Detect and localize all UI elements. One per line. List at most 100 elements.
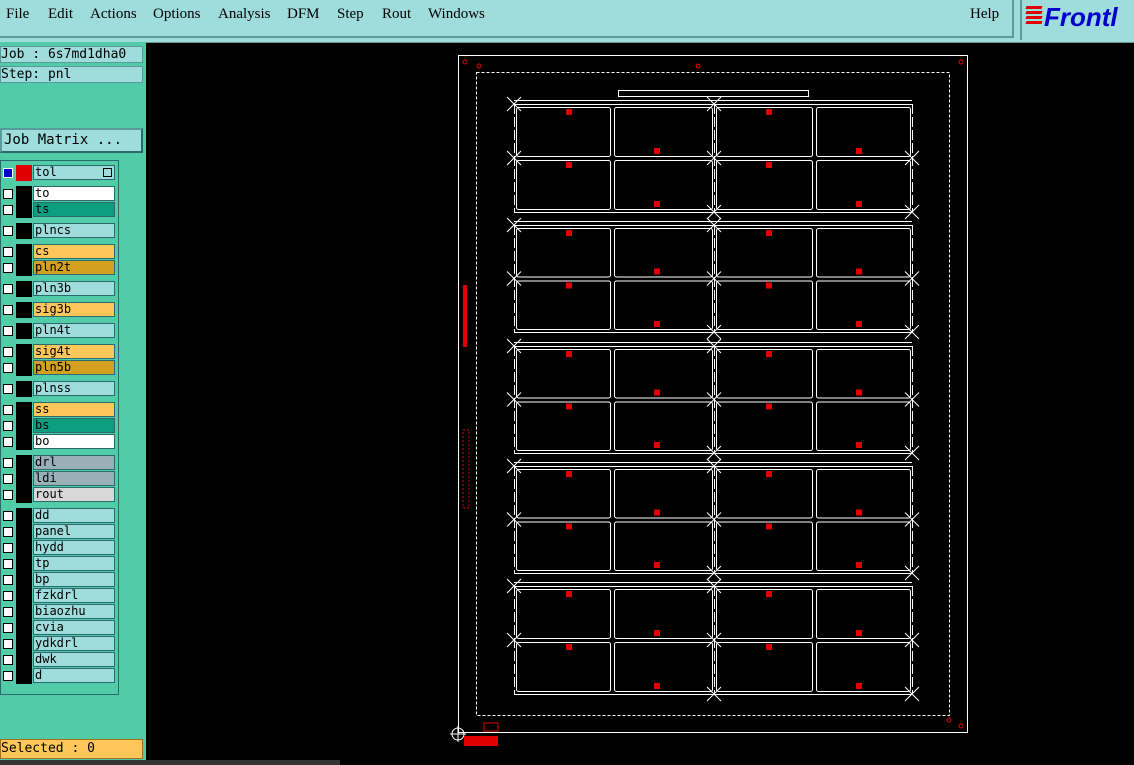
layer-display-slot[interactable]: [16, 620, 32, 636]
layer-row-cvia[interactable]: cvia: [1, 620, 117, 636]
layer-name[interactable]: bo: [33, 434, 115, 449]
layer-affected-checkbox[interactable]: [3, 543, 13, 553]
layer-display-slot[interactable]: [16, 381, 32, 397]
layer-name[interactable]: cs: [33, 244, 115, 259]
layer-name[interactable]: ss: [33, 402, 115, 417]
layer-row-pln3b[interactable]: pln3b: [1, 281, 117, 297]
menu-windows[interactable]: Windows: [428, 6, 485, 23]
layer-name[interactable]: pln4t: [33, 323, 115, 338]
menu-options[interactable]: Options: [153, 6, 201, 23]
layer-row-plncs[interactable]: plncs: [1, 223, 117, 239]
layer-name[interactable]: d: [33, 668, 115, 683]
layer-affected-checkbox[interactable]: [3, 189, 13, 199]
layer-affected-checkbox[interactable]: [3, 671, 13, 681]
layer-name[interactable]: hydd: [33, 540, 115, 555]
layer-row-plnss[interactable]: plnss: [1, 381, 117, 397]
layer-name[interactable]: to: [33, 186, 115, 201]
layer-row-ldi[interactable]: ldi: [1, 471, 117, 487]
layer-row-ss[interactable]: ss: [1, 402, 117, 418]
layer-affected-checkbox[interactable]: [3, 511, 13, 521]
layer-name[interactable]: pln5b: [33, 360, 115, 375]
layer-display-slot[interactable]: [16, 402, 32, 418]
layer-name[interactable]: drl: [33, 455, 115, 470]
layer-affected-checkbox[interactable]: [3, 305, 13, 315]
layer-display-slot[interactable]: [16, 455, 32, 471]
layer-affected-checkbox[interactable]: [3, 326, 13, 336]
menu-dfm[interactable]: DFM: [287, 6, 320, 23]
layer-row-pln2t[interactable]: pln2t: [1, 260, 117, 276]
layer-display-slot[interactable]: [16, 418, 32, 434]
menu-help[interactable]: Help: [970, 6, 999, 23]
layer-display-slot[interactable]: [16, 652, 32, 668]
layer-row-bp[interactable]: bp: [1, 572, 117, 588]
job-matrix-button[interactable]: Job Matrix ...: [0, 128, 143, 153]
menu-rout[interactable]: Rout: [382, 6, 411, 23]
layer-affected-checkbox[interactable]: [3, 559, 13, 569]
layer-name[interactable]: rout: [33, 487, 115, 502]
layer-display-slot[interactable]: [16, 604, 32, 620]
layer-affected-checkbox[interactable]: [3, 458, 13, 468]
layer-name[interactable]: ydkdrl: [33, 636, 115, 651]
layer-affected-checkbox[interactable]: [3, 421, 13, 431]
layer-display-slot[interactable]: [16, 588, 32, 604]
layer-row-tp[interactable]: tp: [1, 556, 117, 572]
layer-row-dwk[interactable]: dwk: [1, 652, 117, 668]
menu-actions[interactable]: Actions: [90, 6, 137, 23]
graphics-canvas[interactable]: [146, 42, 1134, 765]
layer-affected-checkbox[interactable]: [3, 490, 13, 500]
layer-row-rout[interactable]: rout: [1, 487, 117, 503]
layer-name[interactable]: dwk: [33, 652, 115, 667]
layer-row-fzkdrl[interactable]: fzkdrl: [1, 588, 117, 604]
layer-affected-checkbox[interactable]: [3, 639, 13, 649]
layer-affected-checkbox[interactable]: [3, 247, 13, 257]
layer-display-slot[interactable]: [16, 281, 32, 297]
layer-row-sig4t[interactable]: sig4t: [1, 344, 117, 360]
layer-row-ydkdrl[interactable]: ydkdrl: [1, 636, 117, 652]
layer-name[interactable]: tp: [33, 556, 115, 571]
layer-name[interactable]: tol: [33, 165, 115, 180]
layer-row-ts[interactable]: ts: [1, 202, 117, 218]
layer-row-tol[interactable]: tol: [1, 165, 117, 181]
layer-name[interactable]: plnss: [33, 381, 115, 396]
menu-edit[interactable]: Edit: [48, 6, 73, 23]
layer-display-slot[interactable]: [16, 524, 32, 540]
layer-name[interactable]: sig4t: [33, 344, 115, 359]
layer-affected-checkbox[interactable]: [3, 655, 13, 665]
layer-row-dd[interactable]: dd: [1, 508, 117, 524]
layer-row-sig3b[interactable]: sig3b: [1, 302, 117, 318]
layer-row-pln5b[interactable]: pln5b: [1, 360, 117, 376]
layer-row-pln4t[interactable]: pln4t: [1, 323, 117, 339]
layer-display-slot[interactable]: [16, 540, 32, 556]
layer-row-cs[interactable]: cs: [1, 244, 117, 260]
layer-affected-checkbox[interactable]: [3, 284, 13, 294]
layer-color-swatch[interactable]: [16, 165, 32, 181]
menu-file[interactable]: File: [6, 6, 29, 23]
layer-affected-checkbox[interactable]: [3, 363, 13, 373]
layer-row-drl[interactable]: drl: [1, 455, 117, 471]
layer-affected-checkbox[interactable]: [3, 168, 13, 178]
layer-affected-checkbox[interactable]: [3, 591, 13, 601]
layer-row-to[interactable]: to: [1, 186, 117, 202]
layer-display-slot[interactable]: [16, 434, 32, 450]
layer-menu-icon[interactable]: [103, 168, 112, 177]
layer-name[interactable]: panel: [33, 524, 115, 539]
layer-name[interactable]: dd: [33, 508, 115, 523]
layer-affected-checkbox[interactable]: [3, 575, 13, 585]
layer-display-slot[interactable]: [16, 508, 32, 524]
layer-affected-checkbox[interactable]: [3, 623, 13, 633]
layer-display-slot[interactable]: [16, 244, 32, 260]
layer-display-slot[interactable]: [16, 556, 32, 572]
layer-display-slot[interactable]: [16, 344, 32, 360]
layer-display-slot[interactable]: [16, 260, 32, 276]
layer-affected-checkbox[interactable]: [3, 263, 13, 273]
layer-name[interactable]: bp: [33, 572, 115, 587]
layer-display-slot[interactable]: [16, 186, 32, 202]
layer-name[interactable]: bs: [33, 418, 115, 433]
layer-display-slot[interactable]: [16, 302, 32, 318]
layer-display-slot[interactable]: [16, 572, 32, 588]
layer-display-slot[interactable]: [16, 487, 32, 503]
layer-name[interactable]: pln2t: [33, 260, 115, 275]
layer-row-bs[interactable]: bs: [1, 418, 117, 434]
layer-affected-checkbox[interactable]: [3, 437, 13, 447]
layer-affected-checkbox[interactable]: [3, 205, 13, 215]
